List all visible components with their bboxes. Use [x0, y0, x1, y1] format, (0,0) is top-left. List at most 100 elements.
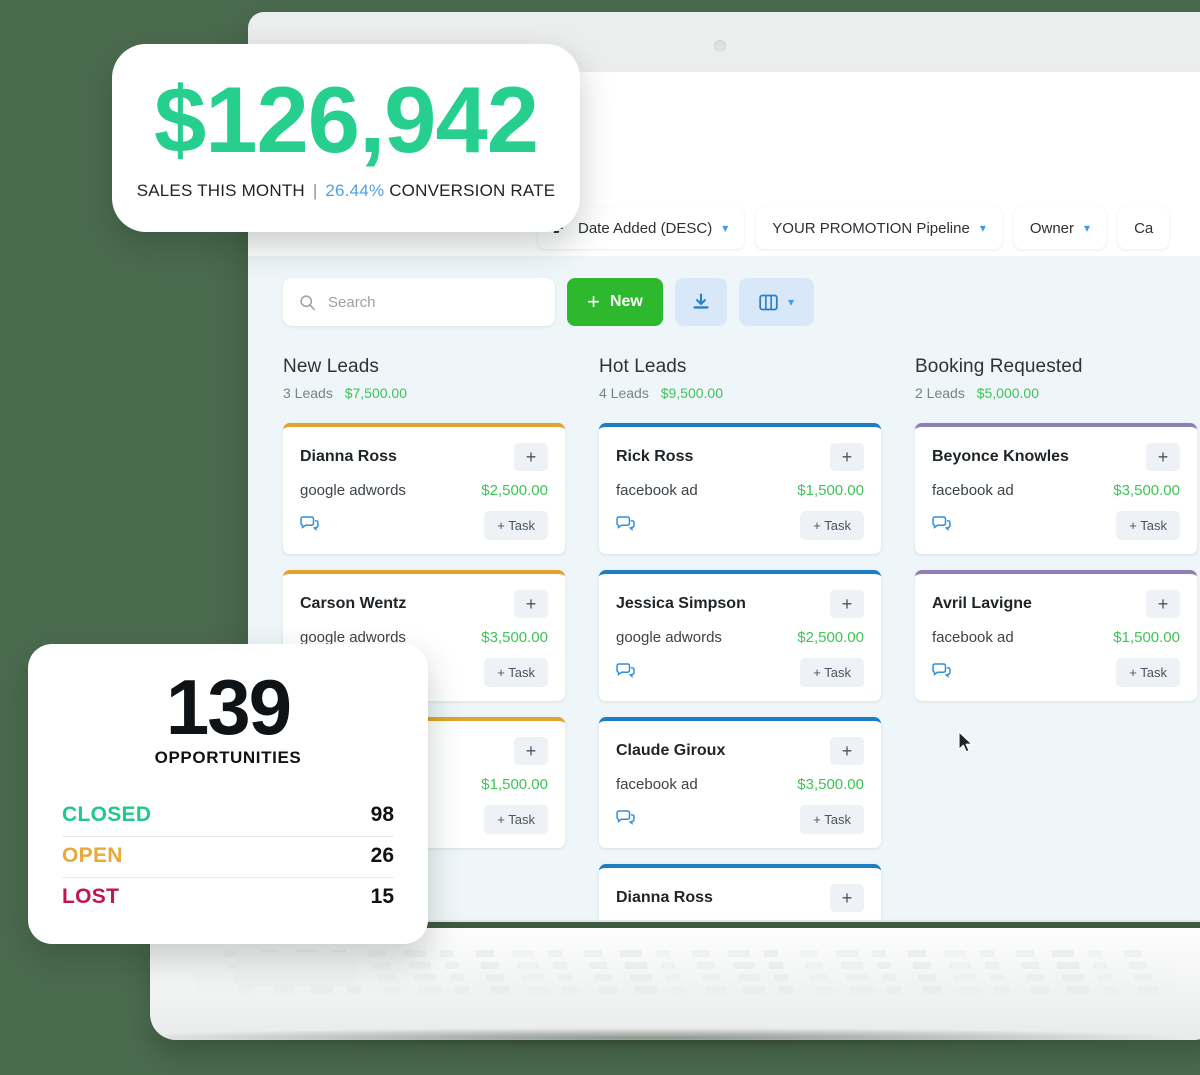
keyboard-key — [918, 974, 936, 981]
lead-card[interactable]: Jessica Simpson + google adwords $2,500.… — [599, 570, 881, 701]
import-button[interactable] — [675, 278, 727, 326]
download-icon — [693, 293, 709, 309]
filter-pipeline[interactable]: YOUR PROMOTION Pipeline ▾ — [756, 207, 1002, 249]
add-lead-action-button[interactable]: + — [514, 737, 548, 765]
chat-icon[interactable] — [616, 515, 635, 536]
opportunities-stat-card: 139 OPPORTUNITIES CLOSED 98 OPEN 26 LOST… — [28, 644, 428, 944]
add-lead-action-button[interactable]: + — [1146, 443, 1180, 471]
keyboard-key — [764, 950, 778, 957]
keyboard-key — [702, 974, 720, 981]
keyboard-key — [419, 986, 441, 993]
keyboard-key — [779, 986, 793, 993]
search-input[interactable] — [328, 293, 518, 311]
add-task-button[interactable]: + Task — [800, 511, 864, 540]
keyboard-key — [1103, 986, 1117, 993]
chat-icon[interactable] — [616, 662, 635, 683]
sales-stat-card: $126,942 SALES THIS MONTH | 26.44% CONVE… — [112, 44, 580, 232]
opportunity-value: 15 — [370, 884, 394, 908]
keyboard-key — [872, 950, 886, 957]
lead-card[interactable]: Claude Giroux + facebook ad $3,500.00 + … — [599, 717, 881, 848]
opportunity-row-closed: CLOSED 98 — [62, 796, 394, 837]
keyboard-key — [527, 986, 549, 993]
keyboard-key — [239, 986, 253, 993]
add-lead-action-button[interactable]: + — [830, 884, 864, 912]
chat-icon[interactable] — [616, 809, 635, 830]
lead-amount: $1,500.00 — [481, 776, 548, 793]
add-task-button[interactable]: + Task — [800, 658, 864, 687]
keyboard-key — [877, 962, 891, 969]
lead-card[interactable]: Beyonce Knowles + facebook ad $3,500.00 — [915, 423, 1197, 554]
add-task-button[interactable]: + Task — [484, 511, 548, 540]
keyboard-key — [1139, 986, 1157, 993]
keyboard-key — [635, 986, 657, 993]
columns-view-button[interactable]: ▾ — [739, 278, 815, 326]
opportunity-row-open: OPEN 26 — [62, 837, 394, 878]
filter-category[interactable]: Ca — [1118, 207, 1170, 249]
sales-amount: $126,942 — [153, 66, 539, 172]
keyboard-key — [599, 986, 617, 993]
lead-amount: $2,500.00 — [797, 629, 864, 646]
add-task-button[interactable]: + Task — [1116, 511, 1180, 540]
add-task-button[interactable]: + Task — [1116, 658, 1180, 687]
lead-amount: $2,500.00 — [481, 482, 548, 499]
keyboard-key — [476, 950, 494, 957]
keyboard-key — [923, 986, 941, 993]
add-lead-action-button[interactable]: + — [830, 443, 864, 471]
keyboard-key — [311, 986, 333, 993]
keyboard-key — [409, 962, 431, 969]
keyboard-key — [512, 950, 534, 957]
keyboard-key — [589, 962, 607, 969]
column-lead-count: 4 Leads — [599, 385, 649, 401]
add-lead-action-button[interactable]: + — [1146, 590, 1180, 618]
lead-card[interactable]: Dianna Ross + facebook ad $2,000.00 — [599, 864, 881, 920]
add-task-button[interactable]: + Task — [800, 805, 864, 834]
search-box[interactable] — [283, 278, 555, 326]
keyboard-key — [815, 986, 833, 993]
opportunity-name: OPEN — [62, 843, 123, 867]
lead-name: Dianna Ross — [300, 448, 397, 465]
keyboard-key — [347, 986, 361, 993]
keyboard-key — [522, 974, 544, 981]
keyboard-key — [491, 986, 509, 993]
add-task-button[interactable]: + Task — [484, 658, 548, 687]
opportunity-name: CLOSED — [62, 802, 152, 826]
keyboard-key — [1052, 950, 1074, 957]
lead-card[interactable]: Rick Ross + facebook ad $1,500.00 + Task — [599, 423, 881, 554]
add-lead-action-button[interactable]: + — [830, 737, 864, 765]
add-task-button[interactable]: + Task — [484, 805, 548, 834]
keyboard-key — [846, 974, 868, 981]
board-column-booking-requested: Booking Requested 2 Leads $5,000.00 Beyo… — [915, 356, 1197, 920]
keyboard-key — [373, 962, 391, 969]
lead-source: facebook ad — [616, 776, 698, 793]
keyboard-key — [404, 950, 426, 957]
lead-name: Jessica Simpson — [616, 595, 746, 612]
keyboard-key — [851, 986, 873, 993]
add-lead-action-button[interactable]: + — [514, 443, 548, 471]
new-button[interactable]: + New — [567, 278, 663, 326]
keyboard-key — [383, 986, 401, 993]
keyboard-key — [486, 974, 504, 981]
chevron-down-icon: ▾ — [788, 295, 795, 309]
keyboard-key — [661, 962, 675, 969]
add-lead-action-button[interactable]: + — [830, 590, 864, 618]
keyboard-key — [275, 986, 293, 993]
column-amount: $5,000.00 — [976, 385, 1040, 401]
keyboard-key — [1134, 974, 1152, 981]
column-title: New Leads — [283, 356, 379, 377]
webcam-icon — [714, 40, 726, 52]
lead-card[interactable]: Dianna Ross + google adwords $2,500.00 +… — [283, 423, 565, 554]
keyboard-key — [805, 962, 823, 969]
keyboard-key — [882, 974, 896, 981]
keyboard-key — [995, 986, 1009, 993]
lead-card[interactable]: Avril Lavigne + facebook ad $1,500.00 + … — [915, 570, 1197, 701]
keyboard-key — [810, 974, 828, 981]
filter-owner[interactable]: Owner ▾ — [1013, 207, 1107, 249]
chat-icon[interactable] — [300, 515, 319, 536]
chat-icon[interactable] — [932, 662, 951, 683]
lead-source: facebook ad — [932, 482, 1014, 499]
column-lead-count: 3 Leads — [283, 385, 333, 401]
add-lead-action-button[interactable]: + — [514, 590, 548, 618]
lead-amount: $3,500.00 — [1113, 482, 1180, 499]
column-amount: $9,500.00 — [660, 385, 724, 401]
chat-icon[interactable] — [932, 515, 951, 536]
